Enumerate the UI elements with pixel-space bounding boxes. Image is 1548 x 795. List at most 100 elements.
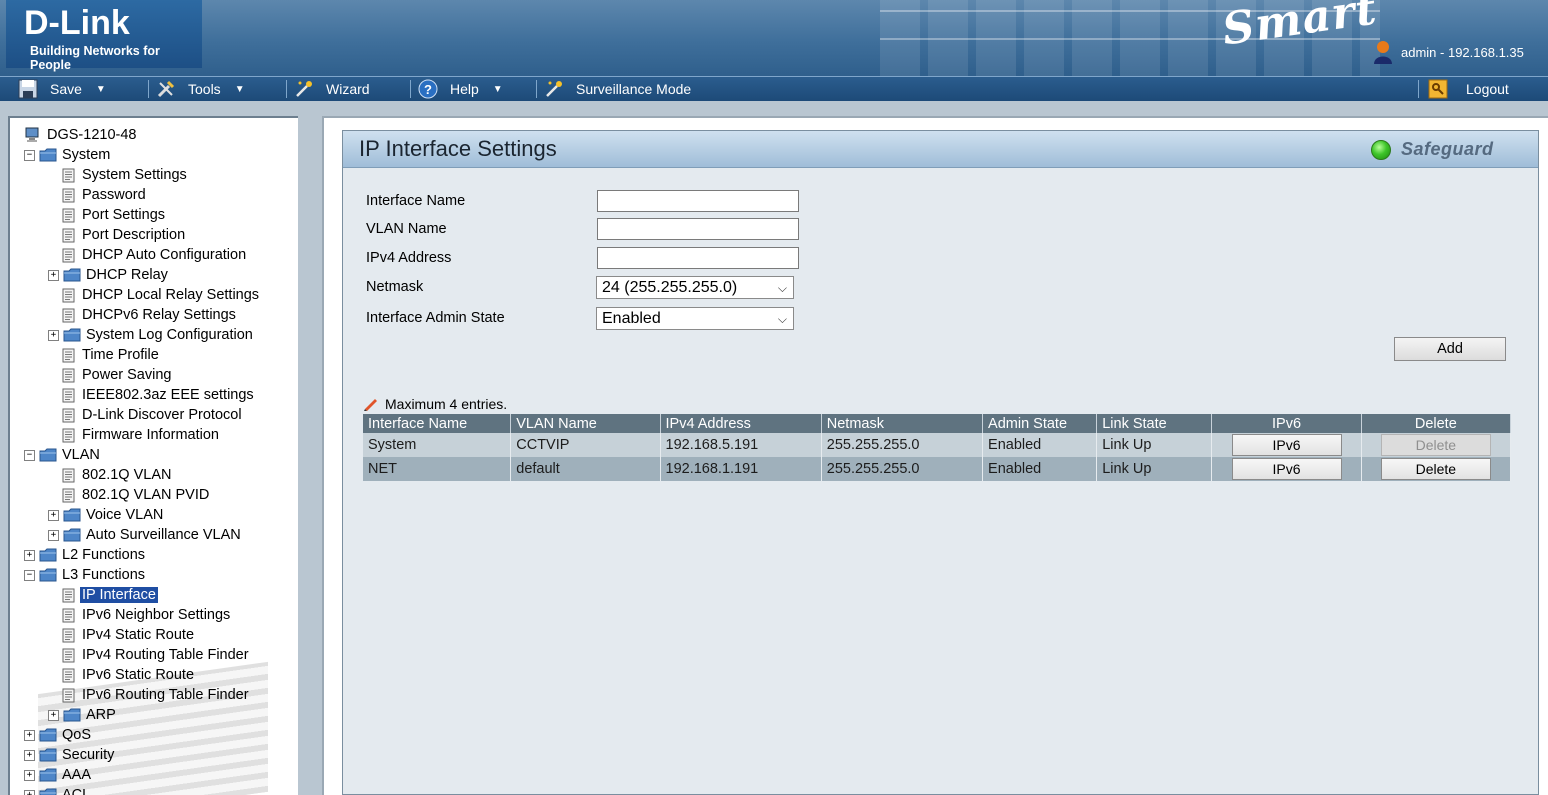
expand-icon[interactable]: + — [24, 730, 35, 741]
cell-admin-state: Enabled — [983, 457, 1097, 481]
tree-item-d-link-discover-protocol[interactable]: D-Link Discover Protocol — [48, 405, 244, 425]
folder-icon — [39, 148, 57, 162]
expand-icon[interactable]: + — [48, 330, 59, 341]
tree-item-dhcp-relay[interactable]: +DHCP Relay — [48, 265, 170, 285]
ipv6-button[interactable]: IPv6 — [1232, 458, 1342, 480]
tree-item-port-description[interactable]: Port Description — [48, 225, 187, 245]
ipv6-button[interactable]: IPv6 — [1232, 434, 1342, 456]
netmask-label: Netmask — [366, 279, 423, 295]
tree-item-ieee802-3az-eee-settings[interactable]: IEEE802.3az EEE settings — [48, 385, 256, 405]
collapse-icon[interactable]: − — [24, 570, 35, 581]
tree-item-802-1q-vlan[interactable]: 802.1Q VLAN — [48, 465, 173, 485]
collapse-icon[interactable]: − — [24, 450, 35, 461]
collapse-icon[interactable]: − — [24, 150, 35, 161]
admin-state-select[interactable]: Enabled ⌵ — [596, 307, 794, 330]
surveillance-mode-button[interactable]: Surveillance Mode — [544, 77, 691, 101]
page-title: IP Interface Settings — [359, 136, 557, 162]
main-toolbar: Save ▼ Tools ▼ Wizard ? Help ▼ Surveilla… — [0, 76, 1548, 101]
tree-item-ipv6-routing-table-finder[interactable]: IPv6 Routing Table Finder — [48, 685, 251, 705]
netmask-select[interactable]: 24 (255.255.255.0) ⌵ — [596, 276, 794, 299]
ipv4-address-input[interactable] — [597, 247, 799, 269]
document-icon — [62, 468, 75, 483]
tree-item-ipv6-neighbor-settings[interactable]: IPv6 Neighbor Settings — [48, 605, 232, 625]
tree-item-label: ARP — [84, 707, 118, 723]
tree-item-dhcp-local-relay-settings[interactable]: DHCP Local Relay Settings — [48, 285, 261, 305]
tree-item-label: L3 Functions — [60, 567, 147, 583]
tree-item-aaa[interactable]: +AAA — [24, 765, 93, 785]
add-button[interactable]: Add — [1394, 337, 1506, 361]
folder-icon — [39, 748, 57, 762]
expand-icon[interactable]: + — [24, 750, 35, 761]
tree-item-auto-surveillance-vlan[interactable]: +Auto Surveillance VLAN — [48, 525, 243, 545]
expand-icon[interactable]: + — [24, 550, 35, 561]
delete-button[interactable]: Delete — [1381, 458, 1491, 480]
tree-item-arp[interactable]: + ARP — [48, 705, 118, 725]
document-icon — [62, 388, 75, 403]
toolbar-separator — [410, 80, 411, 98]
tree-item-label: IP Interface — [80, 587, 158, 603]
tree-item-ipv4-static-route[interactable]: IPv4 Static Route — [48, 625, 196, 645]
folder-icon — [39, 728, 57, 742]
cell-interface-name: System — [363, 433, 511, 457]
expand-icon[interactable]: + — [48, 710, 59, 721]
tree-item-vlan[interactable]: −VLAN — [24, 445, 102, 465]
tree-item-dhcp-auto-configuration[interactable]: DHCP Auto Configuration — [48, 245, 248, 265]
folder-icon — [39, 788, 57, 795]
tree-item-time-profile[interactable]: Time Profile — [48, 345, 161, 365]
help-label: Help — [450, 81, 479, 97]
tree-item-label: IPv4 Static Route — [80, 627, 196, 643]
tools-icon — [156, 79, 176, 99]
chevron-down-icon: ⌵ — [778, 281, 787, 296]
tree-item-security[interactable]: + Security — [24, 745, 116, 765]
tree-item-label: IPv4 Routing Table Finder — [80, 647, 251, 663]
user-icon — [1372, 40, 1394, 64]
expand-icon[interactable]: + — [48, 510, 59, 521]
col-interface-name: Interface Name — [363, 414, 511, 433]
key-icon — [1428, 79, 1448, 99]
tree-item-ip-interface[interactable]: IP Interface — [48, 585, 158, 605]
expand-icon[interactable]: + — [48, 530, 59, 541]
tree-item-l3-functions[interactable]: − L3 Functions — [24, 565, 147, 585]
tools-menu[interactable]: Tools ▼ — [156, 77, 245, 101]
expand-icon[interactable]: + — [24, 790, 35, 795]
document-icon — [62, 488, 75, 503]
col-link-state: Link State — [1097, 414, 1212, 433]
document-icon — [62, 588, 75, 603]
cell-link-state: Link Up — [1097, 457, 1212, 481]
app-header: D-Link Building Networks for People Smar… — [0, 0, 1548, 76]
expand-icon[interactable]: + — [24, 770, 35, 781]
tree-item-dhcpv6-relay-settings[interactable]: DHCPv6 Relay Settings — [48, 305, 238, 325]
tree-item-voice-vlan[interactable]: +Voice VLAN — [48, 505, 165, 525]
tree-item-acl[interactable]: +ACL — [24, 785, 92, 795]
folder-icon — [63, 708, 81, 722]
tree-item-ipv6-static-route[interactable]: IPv6 Static Route — [48, 665, 196, 685]
tree-item-firmware-information[interactable]: Firmware Information — [48, 425, 221, 445]
cell-vlan-name: default — [511, 457, 660, 481]
tree-item-label: Security — [60, 747, 116, 763]
tree-item-system[interactable]: −System — [24, 145, 112, 165]
help-menu[interactable]: ? Help ▼ — [418, 77, 503, 101]
tree-item-label: System Settings — [80, 167, 189, 183]
tree-item-label: 802.1Q VLAN — [80, 467, 173, 483]
admin-state-label: Interface Admin State — [366, 310, 505, 326]
tree-item-system-settings[interactable]: System Settings — [48, 165, 189, 185]
cell-netmask: 255.255.255.0 — [821, 457, 982, 481]
content-panel: IP Interface Settings Safeguard Interfac… — [342, 130, 1539, 795]
tree-item-ipv4-routing-table-finder[interactable]: IPv4 Routing Table Finder — [48, 645, 251, 665]
logout-button[interactable]: Logout — [1428, 77, 1509, 101]
save-menu[interactable]: Save ▼ — [18, 77, 106, 101]
expand-icon[interactable]: + — [48, 270, 59, 281]
tree-item-802-1q-vlan-pvid[interactable]: 802.1Q VLAN PVID — [48, 485, 211, 505]
tree-item-port-settings[interactable]: Port Settings — [48, 205, 167, 225]
tree-root[interactable]: DGS-1210-48 — [24, 125, 138, 145]
interface-name-input[interactable] — [597, 190, 799, 212]
cell-vlan-name: CCTVIP — [511, 433, 660, 457]
tree-item-system-log-configuration[interactable]: +System Log Configuration — [48, 325, 255, 345]
vlan-name-input[interactable] — [597, 218, 799, 240]
tree-item-qos[interactable]: +QoS — [24, 725, 93, 745]
cell-link-state: Link Up — [1097, 433, 1212, 457]
tree-item-password[interactable]: Password — [48, 185, 148, 205]
tree-item-power-saving[interactable]: Power Saving — [48, 365, 173, 385]
tree-item-l2-functions[interactable]: +L2 Functions — [24, 545, 147, 565]
wizard-button[interactable]: Wizard — [294, 77, 370, 101]
